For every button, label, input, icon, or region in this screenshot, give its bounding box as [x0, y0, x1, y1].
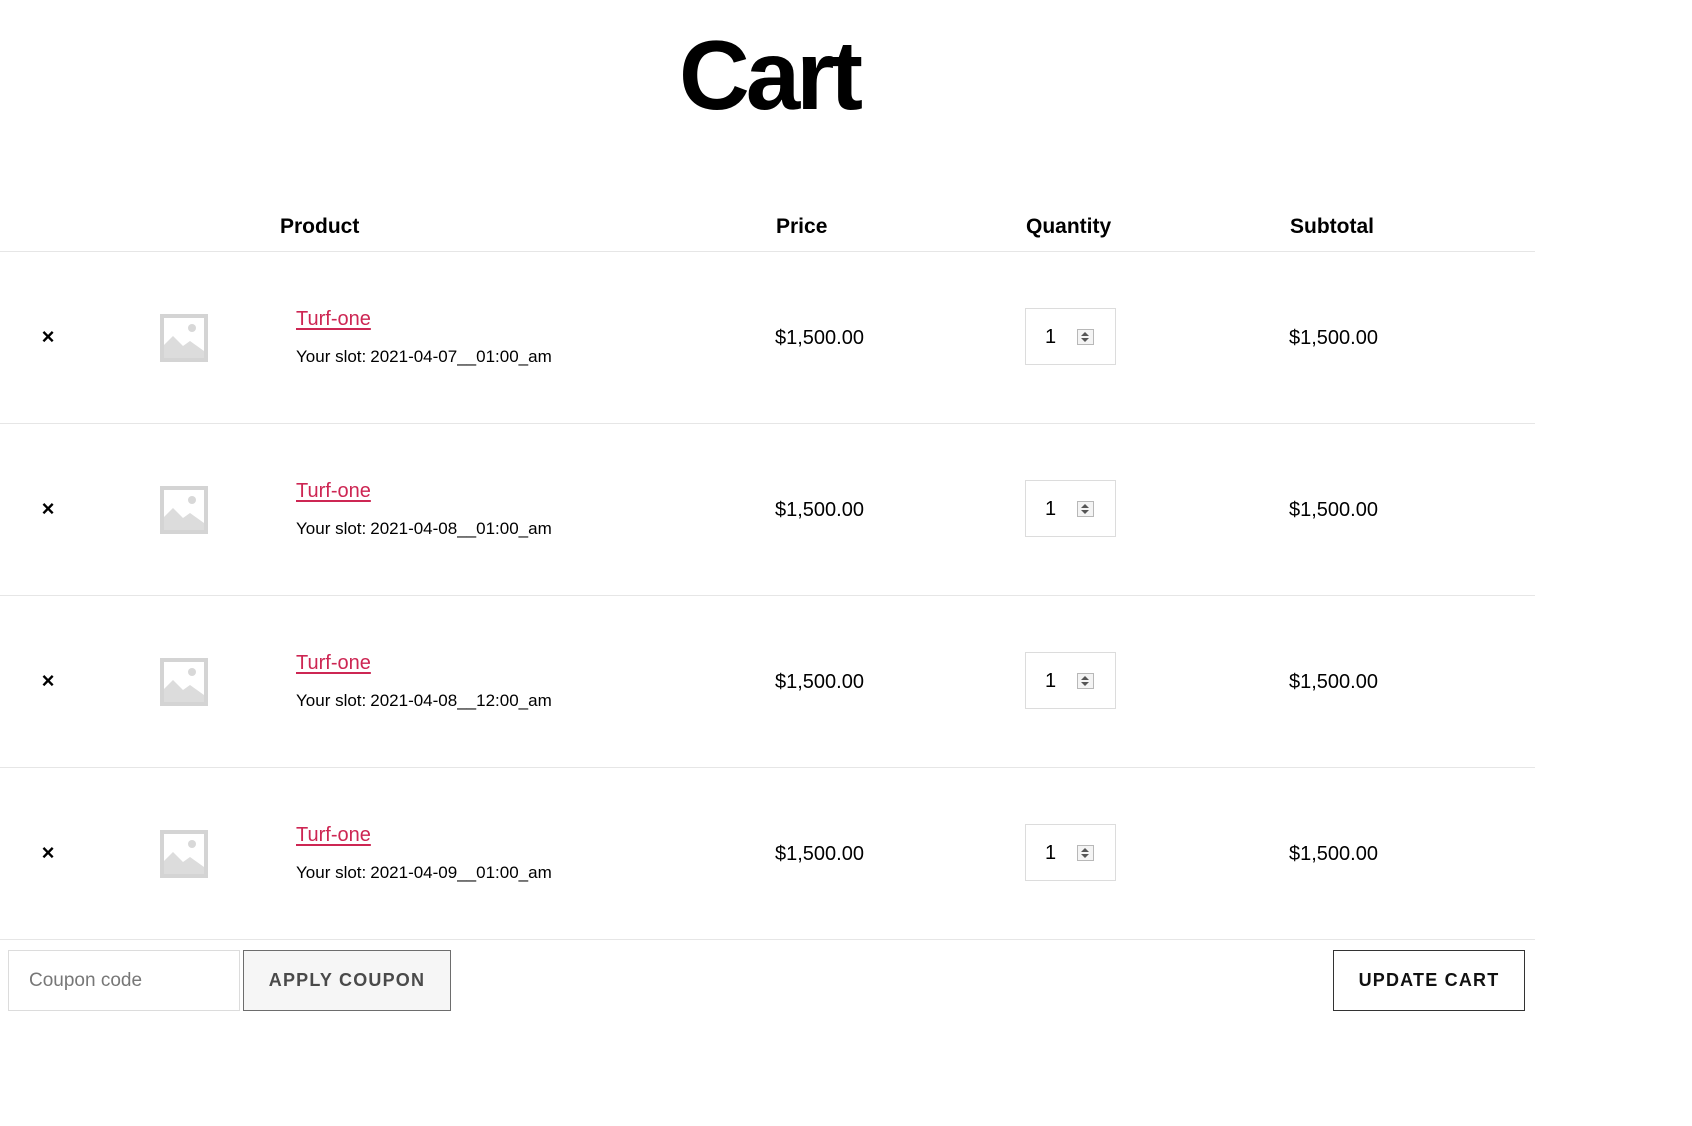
quantity-value[interactable]: 1: [1045, 326, 1056, 349]
meta-value: 2021-04-08__01:00_am: [370, 519, 552, 538]
quantity-stepper[interactable]: 1: [1025, 652, 1116, 709]
header-product: Product: [280, 215, 360, 238]
image-placeholder-icon[interactable]: [159, 657, 209, 707]
product-meta: Your slot: 2021-04-08__01:00_am: [296, 519, 552, 539]
coupon-code-input[interactable]: [8, 950, 240, 1011]
meta-value: 2021-04-07__01:00_am: [370, 347, 552, 366]
close-icon[interactable]: ×: [38, 841, 58, 865]
product-meta: Your slot: 2021-04-08__12:00_am: [296, 691, 552, 711]
close-icon[interactable]: ×: [38, 669, 58, 693]
meta-label: Your slot:: [296, 519, 367, 538]
quantity-value[interactable]: 1: [1045, 842, 1056, 865]
spinner-icon[interactable]: [1077, 329, 1094, 345]
update-cart-button[interactable]: UPDATE CART: [1333, 950, 1525, 1011]
table-header: Product Price Quantity Subtotal: [0, 200, 1535, 252]
table-row: × Turf-one Your slot: 2021-04-09__01:00_a…: [0, 768, 1535, 940]
price-cell: $1,500.00: [775, 327, 864, 349]
product-meta: Your slot: 2021-04-07__01:00_am: [296, 347, 552, 367]
meta-label: Your slot:: [296, 691, 367, 710]
header-quantity: Quantity: [1026, 215, 1112, 238]
table-row: × Turf-one Your slot: 2021-04-07__01:00_a…: [0, 252, 1535, 424]
price-cell: $1,500.00: [775, 499, 864, 521]
spinner-icon[interactable]: [1077, 845, 1094, 861]
image-placeholder-icon[interactable]: [159, 313, 209, 363]
product-name-link[interactable]: Turf-one: [296, 480, 371, 503]
image-placeholder-icon[interactable]: [159, 829, 209, 879]
meta-label: Your slot:: [296, 347, 367, 366]
spinner-icon[interactable]: [1077, 673, 1094, 689]
cart-actions: APPLY COUPON UPDATE CART: [0, 941, 1535, 1021]
quantity-stepper[interactable]: 1: [1025, 480, 1116, 537]
subtotal-cell: $1,500.00: [1289, 671, 1378, 693]
cart-table: Product Price Quantity Subtotal × Turf-o…: [0, 200, 1535, 940]
subtotal-cell: $1,500.00: [1289, 843, 1378, 865]
subtotal-cell: $1,500.00: [1289, 499, 1378, 521]
close-icon[interactable]: ×: [38, 497, 58, 521]
page-title: Cart: [678, 20, 863, 130]
spinner-icon[interactable]: [1077, 501, 1094, 517]
price-cell: $1,500.00: [775, 671, 864, 693]
quantity-stepper[interactable]: 1: [1025, 308, 1116, 365]
product-name-link[interactable]: Turf-one: [296, 652, 371, 675]
header-subtotal: Subtotal: [1290, 215, 1374, 238]
header-price: Price: [776, 215, 828, 238]
image-placeholder-icon[interactable]: [159, 485, 209, 535]
quantity-value[interactable]: 1: [1045, 498, 1056, 521]
meta-value: 2021-04-09__01:00_am: [370, 863, 552, 882]
quantity-stepper[interactable]: 1: [1025, 824, 1116, 881]
table-row: × Turf-one Your slot: 2021-04-08__12:00_a…: [0, 596, 1535, 768]
close-icon[interactable]: ×: [38, 325, 58, 349]
table-row: × Turf-one Your slot: 2021-04-08__01:00_a…: [0, 424, 1535, 596]
apply-coupon-button[interactable]: APPLY COUPON: [243, 950, 451, 1011]
product-name-link[interactable]: Turf-one: [296, 824, 371, 847]
price-cell: $1,500.00: [775, 843, 864, 865]
quantity-value[interactable]: 1: [1045, 670, 1056, 693]
subtotal-cell: $1,500.00: [1289, 327, 1378, 349]
product-name-link[interactable]: Turf-one: [296, 308, 371, 331]
meta-label: Your slot:: [296, 863, 367, 882]
product-meta: Your slot: 2021-04-09__01:00_am: [296, 863, 552, 883]
meta-value: 2021-04-08__12:00_am: [370, 691, 552, 710]
